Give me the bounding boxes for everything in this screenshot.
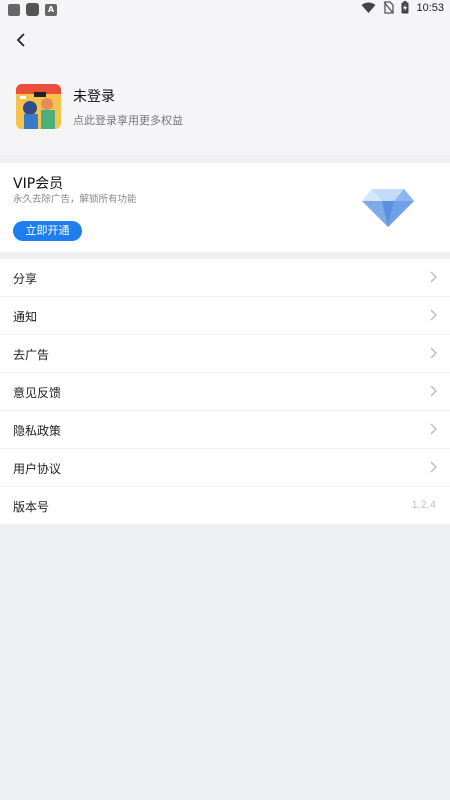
header: 未登录 点此登录享用更多权益 — [0, 18, 450, 155]
login-status: 未登录 — [73, 88, 115, 105]
menu-item-remove-ads[interactable]: 去广告 — [0, 335, 450, 373]
image-icon — [8, 3, 20, 16]
version-value: 1.2.4 — [411, 499, 436, 511]
login-profile[interactable]: 未登录 点此登录享用更多权益 — [16, 84, 183, 129]
vip-description: 永久去除广告，解锁所有功能 — [13, 194, 137, 205]
status-bar: A 10:53 — [0, 0, 450, 18]
chevron-right-icon — [430, 271, 437, 283]
version-label: 版本号 — [13, 500, 50, 514]
menu-item-label: 去广告 — [13, 348, 50, 362]
vip-open-button[interactable]: 立即开通 — [13, 221, 82, 241]
login-hint: 点此登录享用更多权益 — [73, 113, 183, 127]
menu-item-label: 隐私政策 — [13, 424, 62, 438]
chevron-right-icon — [430, 309, 437, 321]
menu-item-version: 版本号 1.2.4 — [0, 487, 450, 524]
chevron-right-icon — [430, 423, 437, 435]
chevron-right-icon — [430, 347, 437, 359]
no-sim-icon — [383, 1, 395, 14]
avatar — [16, 84, 61, 129]
menu-item-label: 通知 — [13, 310, 38, 324]
menu-item-user-agreement[interactable]: 用户协议 — [0, 449, 450, 487]
menu-item-label: 意见反馈 — [13, 386, 62, 400]
a-icon: A — [45, 3, 57, 16]
menu-item-label: 用户协议 — [13, 462, 62, 476]
square-icon — [26, 3, 39, 16]
menu-item-notifications[interactable]: 通知 — [0, 297, 450, 335]
vip-title: VIP会员 — [13, 176, 64, 192]
clock-time: 10:53 — [416, 1, 444, 14]
menu-item-privacy-policy[interactable]: 隐私政策 — [0, 411, 450, 449]
menu-item-feedback[interactable]: 意见反馈 — [0, 373, 450, 411]
battery-icon — [401, 1, 409, 14]
menu-item-share[interactable]: 分享 — [0, 259, 450, 297]
vip-card: VIP会员 永久去除广告，解锁所有功能 立即开通 — [0, 163, 450, 252]
chevron-right-icon — [430, 461, 437, 473]
diamond-icon — [362, 189, 414, 227]
wifi-icon — [361, 2, 376, 13]
chevron-right-icon — [430, 385, 437, 397]
settings-menu: 分享 通知 去广告 意见反馈 隐私政策 用户协议 版本号 1.2.4 — [0, 259, 450, 524]
menu-item-label: 分享 — [13, 272, 38, 286]
chevron-left-icon[interactable] — [14, 32, 30, 48]
